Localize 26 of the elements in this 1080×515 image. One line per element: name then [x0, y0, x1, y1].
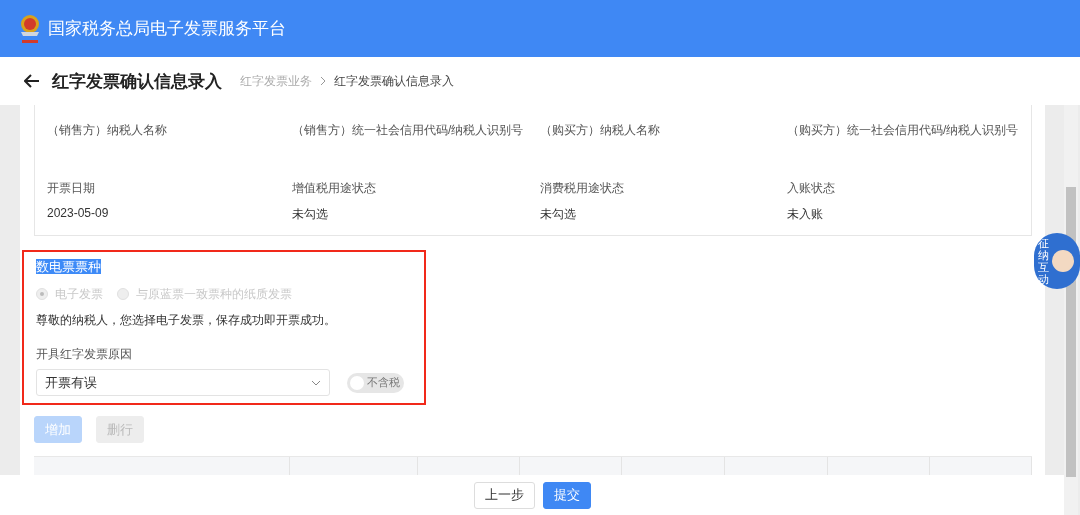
chevron-down-icon [311, 379, 321, 386]
action-button[interactable]: 提交 [542, 481, 591, 509]
action-button[interactable]: 上一步 [473, 481, 535, 509]
notice-text: 尊敬的纳税人，您选择电子发票，保存成功即开票成功。 [36, 312, 337, 329]
back-arrow-icon[interactable] [24, 74, 40, 88]
field-label: （购买方）纳税人名称 [540, 122, 661, 139]
field-value: 未入账 [787, 206, 824, 223]
emblem-icon [18, 12, 42, 45]
field-label: 增值税用途状态 [292, 180, 377, 197]
breadcrumb-item: 红字发票确认信息录入 [334, 72, 454, 90]
site-title: 国家税务总局电子发票服务平台 [48, 18, 286, 40]
chevron-right-icon [320, 76, 326, 86]
field-label: （销售方）统一社会信用代码/纳税人识别号 [292, 122, 525, 139]
field-label: （购买方）统一社会信用代码/纳税人识别号 [787, 122, 1020, 139]
field-value: 未勾选 [292, 206, 329, 223]
field-value: 2023-05-09 [47, 206, 110, 220]
field-label: 消费税用途状态 [540, 180, 625, 197]
breadcrumb-item[interactable]: 红字发票业务 [240, 72, 312, 90]
reason-select[interactable]: 开票有误 [36, 369, 330, 396]
field-label: 开具红字发票原因 [36, 346, 133, 363]
page-title: 红字发票确认信息录入 [52, 70, 222, 93]
field-label: 开票日期 [47, 180, 96, 197]
section-title: 数电票票种 [36, 259, 101, 274]
field-value: 未勾选 [540, 206, 577, 223]
field-label: （销售方）纳税人名称 [47, 122, 168, 139]
field-label: 入账状态 [787, 180, 836, 197]
